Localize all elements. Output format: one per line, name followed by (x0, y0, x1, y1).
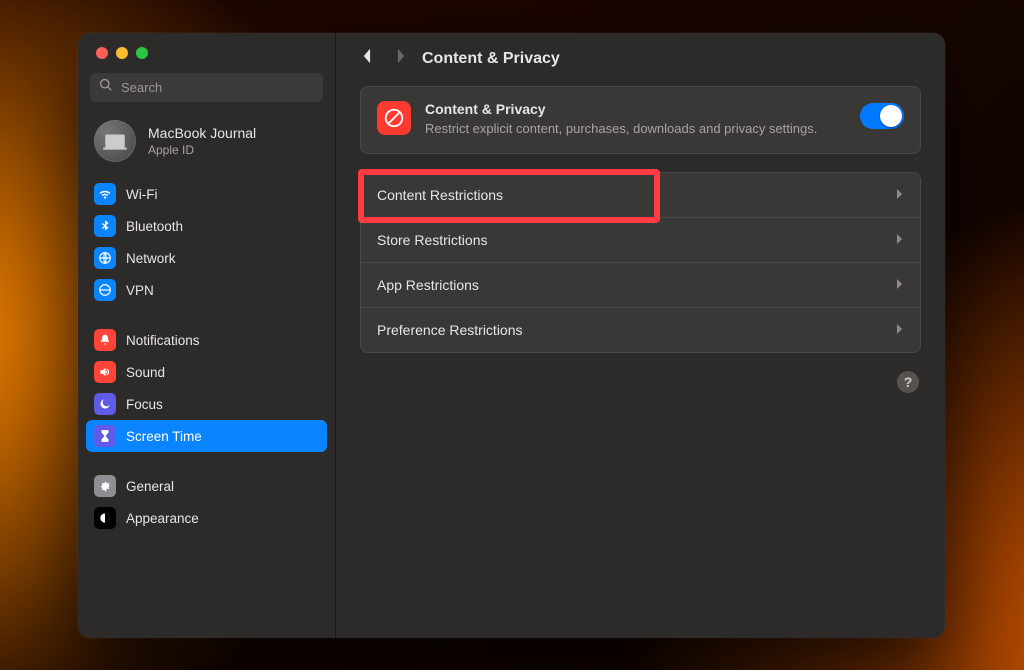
globe-icon (94, 247, 116, 269)
sidebar-item-network[interactable]: Network (86, 242, 327, 274)
sidebar-item-appearance[interactable]: Appearance (86, 502, 327, 534)
sidebar-item-label: General (126, 479, 174, 494)
row-label: Store Restrictions (377, 232, 487, 248)
nosign-icon (377, 101, 411, 135)
minimize-button[interactable] (116, 47, 128, 59)
row-preference-restrictions[interactable]: Preference Restrictions (361, 307, 920, 352)
sidebar-item-label: Bluetooth (126, 219, 183, 234)
account-sub: Apple ID (148, 143, 256, 157)
close-button[interactable] (96, 47, 108, 59)
sidebar-item-label: Network (126, 251, 176, 266)
hero-title: Content & Privacy (425, 101, 846, 117)
vpn-icon (94, 279, 116, 301)
sidebar-item-wifi[interactable]: Wi-Fi (86, 178, 327, 210)
sidebar-item-general[interactable]: General (86, 470, 327, 502)
sidebar-item-label: Notifications (126, 333, 200, 348)
sidebar-item-screen-time[interactable]: Screen Time (86, 420, 327, 452)
chevron-right-icon (896, 322, 904, 338)
sidebar-item-label: Wi-Fi (126, 187, 157, 202)
speaker-icon (94, 361, 116, 383)
search-field[interactable] (90, 73, 323, 102)
sidebar: MacBook Journal Apple ID Wi-Fi Bluetooth (78, 33, 336, 638)
row-content-restrictions[interactable]: Content Restrictions (361, 173, 920, 217)
hourglass-icon (94, 425, 116, 447)
forward-button[interactable] (395, 47, 408, 70)
appearance-icon (94, 507, 116, 529)
chevron-right-icon (896, 277, 904, 293)
content-privacy-hero: Content & Privacy Restrict explicit cont… (360, 86, 921, 154)
row-label: Content Restrictions (377, 187, 503, 203)
avatar (94, 120, 136, 162)
help-label: ? (904, 374, 913, 390)
sidebar-item-label: Focus (126, 397, 163, 412)
sidebar-item-focus[interactable]: Focus (86, 388, 327, 420)
sidebar-item-label: Screen Time (126, 429, 202, 444)
restrictions-list: Content Restrictions Store Restrictions … (360, 172, 921, 353)
chevron-right-icon (896, 232, 904, 248)
detail-pane: Content & Privacy Content & Privacy Rest… (336, 33, 945, 638)
bluetooth-icon (94, 215, 116, 237)
gear-icon (94, 475, 116, 497)
window-controls (78, 33, 335, 67)
wifi-icon (94, 183, 116, 205)
row-store-restrictions[interactable]: Store Restrictions (361, 217, 920, 262)
chevron-right-icon (896, 187, 904, 203)
sidebar-item-vpn[interactable]: VPN (86, 274, 327, 306)
search-input[interactable] (119, 79, 314, 96)
account-row[interactable]: MacBook Journal Apple ID (78, 112, 335, 176)
sidebar-item-label: Appearance (126, 511, 199, 526)
hero-description: Restrict explicit content, purchases, do… (425, 120, 846, 139)
row-label: Preference Restrictions (377, 322, 523, 338)
bell-icon (94, 329, 116, 351)
system-settings-window: MacBook Journal Apple ID Wi-Fi Bluetooth (78, 33, 945, 638)
moon-icon (94, 393, 116, 415)
sidebar-item-label: Sound (126, 365, 165, 380)
row-app-restrictions[interactable]: App Restrictions (361, 262, 920, 307)
row-label: App Restrictions (377, 277, 479, 293)
help-button[interactable]: ? (897, 371, 919, 393)
sidebar-item-label: VPN (126, 283, 154, 298)
sidebar-item-notifications[interactable]: Notifications (86, 324, 327, 356)
maximize-button[interactable] (136, 47, 148, 59)
search-icon (99, 78, 113, 97)
account-name: MacBook Journal (148, 125, 256, 141)
sidebar-item-sound[interactable]: Sound (86, 356, 327, 388)
content-privacy-toggle[interactable] (860, 103, 904, 129)
back-button[interactable] (360, 47, 373, 70)
page-title: Content & Privacy (422, 50, 921, 68)
sidebar-item-bluetooth[interactable]: Bluetooth (86, 210, 327, 242)
